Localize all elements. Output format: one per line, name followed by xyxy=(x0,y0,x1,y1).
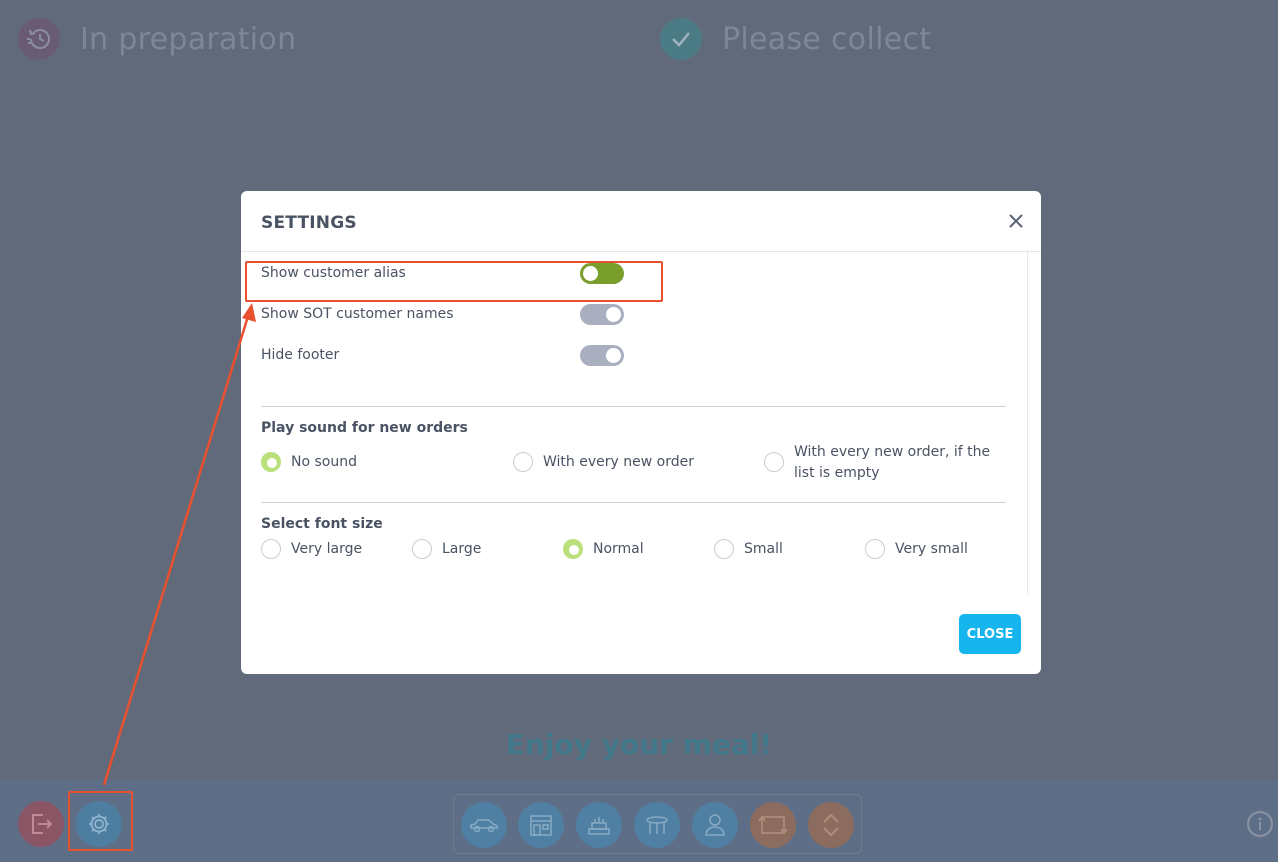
radio-label: Large xyxy=(442,541,482,557)
info-icon xyxy=(1258,817,1262,830)
footer-message: Enjoy your meal! xyxy=(505,728,773,761)
radio-every-new-order-if-empty[interactable]: With every new order, if the list is emp… xyxy=(764,442,1009,484)
bottom-toolbar xyxy=(0,780,1278,862)
car-icon xyxy=(470,819,498,833)
dialog-body: Show customer alias Show SOT customer na… xyxy=(241,252,1027,594)
toggle-row-sot-names: Show SOT customer names xyxy=(261,304,631,328)
radio-button[interactable] xyxy=(412,539,432,559)
radio-button[interactable] xyxy=(714,539,734,559)
radio-normal[interactable]: Normal xyxy=(563,539,644,560)
column-title: In preparation xyxy=(80,21,297,57)
radio-label: Normal xyxy=(593,541,644,557)
toggle-row-customer-alias: Show customer alias xyxy=(261,263,631,287)
store-button[interactable] xyxy=(518,802,564,848)
user-icon xyxy=(705,814,725,836)
radio-button[interactable] xyxy=(764,452,784,472)
food-tray-icon xyxy=(588,817,610,835)
column-title: Please collect xyxy=(722,21,932,57)
radio-small[interactable]: Small xyxy=(714,539,783,560)
settings-button[interactable] xyxy=(76,801,122,847)
show-customer-alias-toggle[interactable] xyxy=(580,263,624,284)
show-sot-customer-names-toggle[interactable] xyxy=(580,304,624,325)
column-please-collect: Please collect xyxy=(660,18,931,60)
table-icon xyxy=(646,816,668,834)
sound-section-title: Play sound for new orders xyxy=(261,420,468,436)
radio-every-new-order[interactable]: With every new order xyxy=(513,452,694,473)
radio-button[interactable] xyxy=(261,539,281,559)
radio-no-sound[interactable]: No sound xyxy=(261,452,357,473)
column-in-preparation: In preparation xyxy=(18,18,296,60)
store-icon xyxy=(530,815,552,836)
radio-large[interactable]: Large xyxy=(412,539,481,560)
logout-button[interactable] xyxy=(18,801,64,847)
radio-button[interactable] xyxy=(865,539,885,559)
toggle-row-hide-footer: Hide footer xyxy=(261,345,631,369)
divider xyxy=(261,502,1006,503)
hide-footer-toggle[interactable] xyxy=(580,345,624,366)
radio-label: Small xyxy=(744,541,783,557)
user-button[interactable] xyxy=(692,802,738,848)
close-button[interactable]: CLOSE xyxy=(959,614,1021,654)
logout-icon xyxy=(32,814,53,834)
toggle-label: Show SOT customer names xyxy=(261,306,454,322)
dialog-header: SETTINGS xyxy=(241,191,1041,252)
toggle-knob xyxy=(606,348,621,363)
table-button[interactable] xyxy=(634,802,680,848)
radio-label: No sound xyxy=(291,454,357,470)
toggle-knob xyxy=(583,266,598,281)
settings-gear-icon xyxy=(89,814,109,834)
swap-button[interactable] xyxy=(750,802,796,848)
checkmark-icon xyxy=(660,18,702,60)
radio-label: Very small xyxy=(895,541,968,557)
toggle-label: Hide footer xyxy=(261,347,340,363)
radio-button[interactable] xyxy=(261,452,281,472)
close-icon[interactable] xyxy=(1007,212,1025,230)
radio-very-large[interactable]: Very large xyxy=(261,539,362,560)
radio-button[interactable] xyxy=(563,539,583,559)
radio-label: Very large xyxy=(291,541,363,557)
radio-label: With every new order xyxy=(543,454,694,470)
radio-very-small[interactable]: Very small xyxy=(865,539,968,560)
scrollbar[interactable] xyxy=(1027,252,1041,594)
info-button[interactable] xyxy=(1247,811,1273,837)
settings-dialog: SETTINGS Show customer alias Show SOT cu… xyxy=(241,191,1041,674)
toggle-knob xyxy=(606,307,621,322)
radio-button[interactable] xyxy=(513,452,533,472)
food-tray-button[interactable] xyxy=(576,802,622,848)
car-button[interactable] xyxy=(461,802,507,848)
radio-label: With every new order, if the list is emp… xyxy=(794,444,991,481)
chevrons-icon xyxy=(823,813,839,837)
chevrons-button[interactable] xyxy=(808,802,854,848)
font-size-section-title: Select font size xyxy=(261,516,383,532)
swap-icon xyxy=(758,815,788,835)
dialog-title: SETTINGS xyxy=(261,213,357,233)
toggle-label: Show customer alias xyxy=(261,265,406,281)
divider xyxy=(261,406,1006,407)
order-type-toolbar xyxy=(453,794,862,854)
history-clock-icon xyxy=(18,18,60,60)
